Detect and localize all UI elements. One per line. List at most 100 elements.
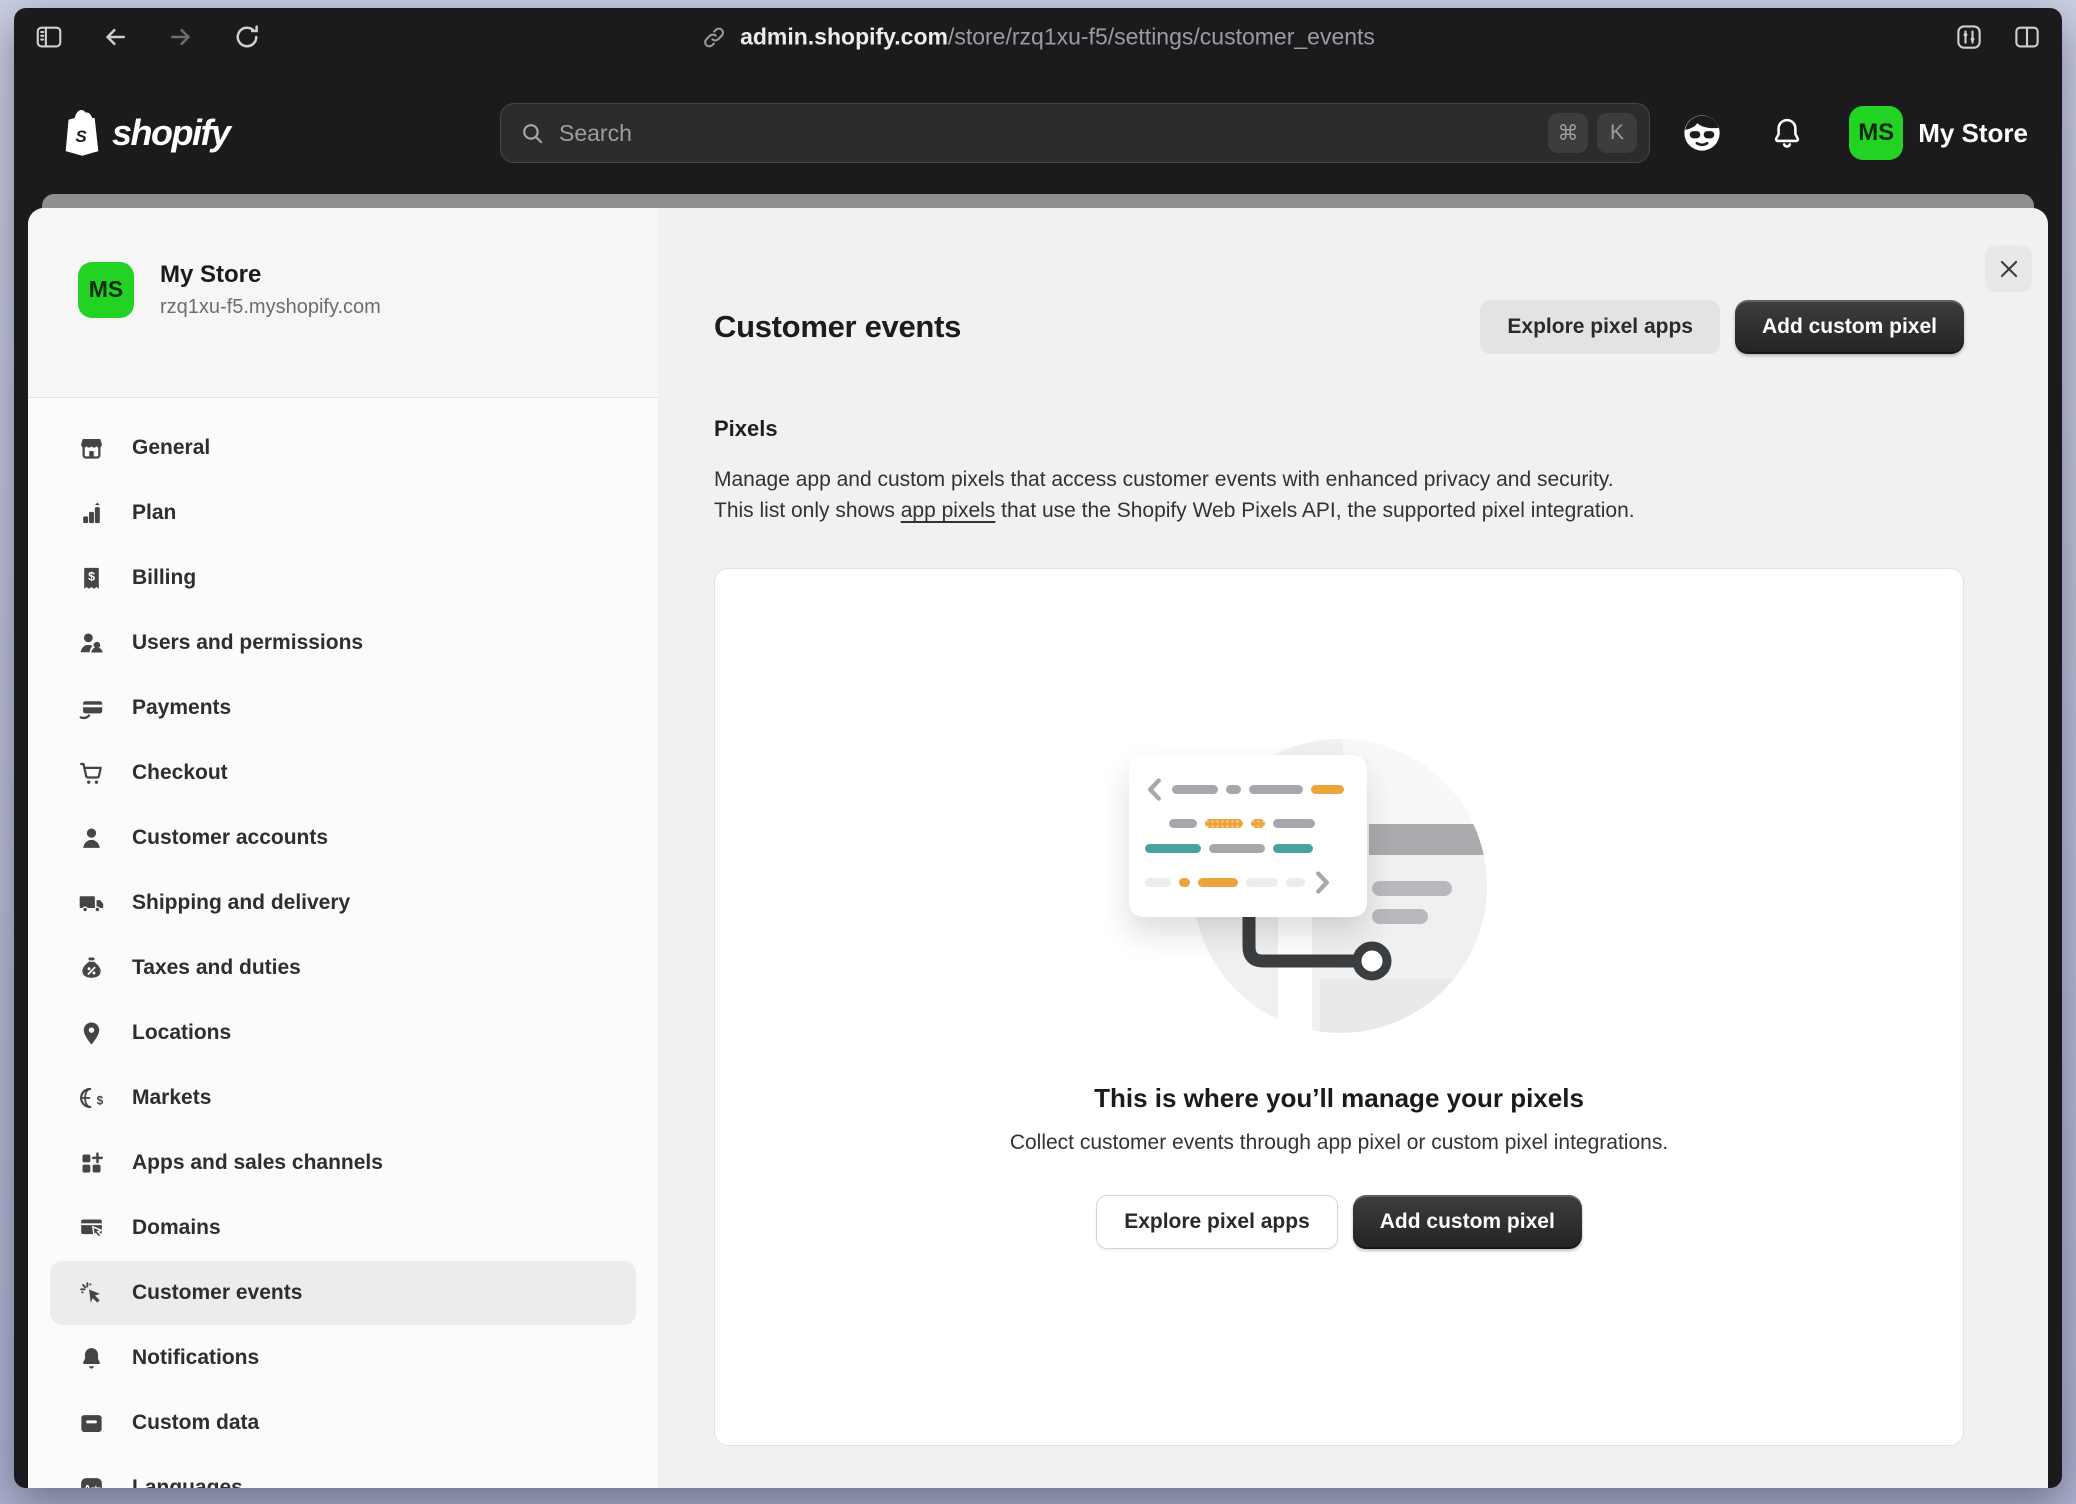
search-icon xyxy=(519,120,545,146)
back-icon[interactable] xyxy=(100,22,130,52)
pin-icon xyxy=(78,1020,105,1047)
taxes-icon xyxy=(78,955,105,982)
wireframe-bar-2 xyxy=(1372,909,1428,924)
globe-icon: $ xyxy=(78,1085,105,1112)
sidebar-item-label: Plan xyxy=(132,501,176,525)
sidebar-item-label: Customer events xyxy=(132,1281,302,1305)
store-card[interactable]: MS My Store rzq1xu-f5.myshopify.com xyxy=(28,208,658,398)
store-domain: rzq1xu-f5.myshopify.com xyxy=(160,296,381,319)
app-pixels-link[interactable]: app pixels xyxy=(901,499,996,522)
sidebar-item-label: Locations xyxy=(132,1021,231,1045)
sidebar-item-checkout[interactable]: Checkout xyxy=(50,741,636,805)
description-line2-post: that use the Shopify Web Pixels API, the… xyxy=(995,499,1634,522)
sidebar-item-shipping-and-delivery[interactable]: Shipping and delivery xyxy=(50,871,636,935)
sidebar-toggle-icon[interactable] xyxy=(34,22,64,52)
pixels-section-title: Pixels xyxy=(714,416,1964,442)
link-icon xyxy=(701,24,727,50)
svg-text:S: S xyxy=(76,127,88,146)
search-placeholder: Search xyxy=(559,120,1539,147)
split-view-icon[interactable] xyxy=(2012,22,2042,52)
pixels-illustration xyxy=(1129,737,1549,1037)
checkout-icon xyxy=(78,760,105,787)
wireframe-bar-dark xyxy=(1369,824,1487,855)
sidebar-item-languages[interactable]: A文 Languages xyxy=(50,1456,636,1488)
sidebar-item-plan[interactable]: Plan xyxy=(50,481,636,545)
empty-state-subtitle: Collect customer events through app pixe… xyxy=(1010,1131,1668,1155)
content-header: Customer events Explore pixel apps Add c… xyxy=(714,300,1964,354)
sidekick-assistant-icon[interactable] xyxy=(1679,110,1725,156)
reload-icon[interactable] xyxy=(232,22,262,52)
domains-icon xyxy=(78,1215,105,1242)
sidebar-item-customer-events[interactable]: Customer events xyxy=(50,1261,636,1325)
sidebar-item-payments[interactable]: Payments xyxy=(50,676,636,740)
wireframe-block xyxy=(1320,979,1452,1033)
sidebar-item-apps-and-sales-channels[interactable]: Apps and sales channels xyxy=(50,1131,636,1195)
description-line1: Manage app and custom pixels that access… xyxy=(714,464,1964,495)
sidebar-item-label: Shipping and delivery xyxy=(132,891,350,915)
store-icon xyxy=(78,435,105,462)
sidebar-item-label: General xyxy=(132,436,210,460)
store-name: My Store xyxy=(160,261,381,289)
add-custom-pixel-button-empty[interactable]: Add custom pixel xyxy=(1353,1195,1582,1249)
chevron-right-icon xyxy=(1313,870,1332,895)
plan-icon xyxy=(78,500,105,527)
payments-icon xyxy=(78,695,105,722)
header-actions: Explore pixel apps Add custom pixel xyxy=(1480,300,1964,354)
shopify-wordmark: shopify xyxy=(112,112,230,154)
shopify-logo[interactable]: S shopify xyxy=(14,108,230,158)
store-avatar: MS xyxy=(78,262,134,318)
sidebar-item-label: Domains xyxy=(132,1216,221,1240)
kbd-k: K xyxy=(1597,113,1637,153)
sidebar-item-notifications[interactable]: Notifications xyxy=(50,1326,636,1390)
close-settings-button[interactable] xyxy=(1985,245,2032,292)
sidebar-item-taxes-and-duties[interactable]: Taxes and duties xyxy=(50,936,636,1000)
empty-state-title: This is where you’ll manage your pixels xyxy=(1094,1083,1584,1114)
browser-window: admin.shopify.com/store/rzq1xu-f5/settin… xyxy=(14,8,2062,1488)
code-window xyxy=(1129,755,1367,917)
sidebar-item-custom-data[interactable]: Custom data xyxy=(50,1391,636,1455)
notifications-bell-icon[interactable] xyxy=(1769,115,1805,151)
billing-icon: $ xyxy=(78,565,105,592)
empty-state-actions: Explore pixel apps Add custom pixel xyxy=(1096,1195,1582,1249)
sidebar-item-label: Users and permissions xyxy=(132,631,363,655)
sidebar-item-label: Markets xyxy=(132,1086,211,1110)
svg-text:$: $ xyxy=(97,1093,104,1107)
browser-toolbar: admin.shopify.com/store/rzq1xu-f5/settin… xyxy=(14,8,2062,66)
sidebar-item-general[interactable]: General xyxy=(50,416,636,480)
toolbar-right xyxy=(1954,22,2042,52)
bell-icon xyxy=(78,1345,105,1372)
explore-pixel-apps-button-empty[interactable]: Explore pixel apps xyxy=(1096,1195,1338,1249)
sidebar-item-label: Billing xyxy=(132,566,196,590)
url-host: admin.shopify.com xyxy=(740,24,948,50)
close-icon xyxy=(1996,256,2022,282)
truck-icon xyxy=(78,890,105,917)
sidebar-item-label: Checkout xyxy=(132,761,228,785)
sidebar-item-markets[interactable]: $ Markets xyxy=(50,1066,636,1130)
description-line2-pre: This list only shows xyxy=(714,499,901,522)
add-custom-pixel-button[interactable]: Add custom pixel xyxy=(1735,300,1964,354)
search-input[interactable]: Search ⌘ K xyxy=(500,103,1650,163)
url-bar[interactable]: admin.shopify.com/store/rzq1xu-f5/settin… xyxy=(701,24,1375,51)
sidebar-item-label: Languages xyxy=(132,1476,243,1488)
svg-text:$: $ xyxy=(88,569,95,583)
settings-sidebar: MS My Store rzq1xu-f5.myshopify.com Gene… xyxy=(28,208,658,1488)
sidebar-item-label: Taxes and duties xyxy=(132,956,301,980)
account-avatar: MS xyxy=(1849,106,1903,160)
page-title: Customer events xyxy=(714,309,961,345)
sidebar-item-label: Payments xyxy=(132,696,231,720)
url-path: /store/rzq1xu-f5/settings/customer_event… xyxy=(948,24,1375,50)
sidebar-item-customer-accounts[interactable]: Customer accounts xyxy=(50,806,636,870)
explore-pixel-apps-button[interactable]: Explore pixel apps xyxy=(1480,300,1720,354)
sidebar-item-locations[interactable]: Locations xyxy=(50,1001,636,1065)
sidebar-item-billing[interactable]: $ Billing xyxy=(50,546,636,610)
settings-nav: General Plan $ Billing Users and permiss… xyxy=(28,398,658,1488)
shopify-bag-icon: S xyxy=(60,108,104,158)
header-right: MS My Store xyxy=(1679,66,2028,200)
settings-content: Customer events Explore pixel apps Add c… xyxy=(658,208,2048,1488)
account-menu[interactable]: MS My Store xyxy=(1849,106,2028,160)
sidebar-item-users-and-permissions[interactable]: Users and permissions xyxy=(50,611,636,675)
settings-modal: MS My Store rzq1xu-f5.myshopify.com Gene… xyxy=(28,208,2048,1488)
page-settings-icon[interactable] xyxy=(1954,22,1984,52)
sidebar-item-domains[interactable]: Domains xyxy=(50,1196,636,1260)
forward-icon[interactable] xyxy=(166,22,196,52)
